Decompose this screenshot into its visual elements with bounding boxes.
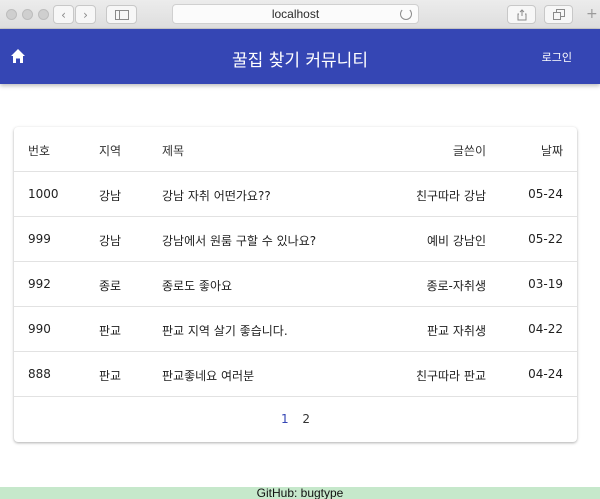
row-author: 예비 강남인 bbox=[426, 234, 486, 248]
back-button[interactable]: ‹ bbox=[53, 5, 74, 24]
page-link-1[interactable]: 1 bbox=[281, 412, 289, 426]
row-num: 992 bbox=[28, 277, 51, 291]
table-row[interactable]: 888 판교 판교좋네요 여러분 친구따라 판교 04-24 bbox=[14, 352, 577, 397]
sidebar-icon bbox=[114, 9, 129, 20]
column-header-title: 제목 bbox=[162, 144, 185, 158]
row-area: 판교 bbox=[99, 324, 122, 338]
forward-button[interactable]: › bbox=[75, 5, 96, 24]
page-link-2[interactable]: 2 bbox=[302, 412, 310, 426]
url-text: localhost bbox=[271, 7, 320, 21]
chevron-right-icon: › bbox=[83, 7, 88, 22]
row-area: 판교 bbox=[99, 369, 122, 383]
chevron-left-icon: ‹ bbox=[61, 7, 66, 22]
row-title-link[interactable]: 종로도 좋아요 bbox=[162, 277, 232, 294]
column-header-date: 날짜 bbox=[540, 144, 563, 158]
sidebar-button[interactable] bbox=[106, 5, 137, 24]
row-date: 03-19 bbox=[528, 277, 563, 291]
page-title: 꿀집 찾기 커뮤니티 bbox=[232, 51, 368, 71]
new-tab-button[interactable]: + bbox=[586, 6, 600, 24]
address-bar[interactable]: localhost bbox=[172, 4, 419, 24]
row-date: 04-22 bbox=[528, 322, 563, 336]
column-header-area: 지역 bbox=[99, 144, 122, 158]
row-num: 888 bbox=[28, 367, 51, 381]
row-author: 종로-자취생 bbox=[426, 279, 486, 293]
row-area: 강남 bbox=[99, 189, 122, 203]
table-row[interactable]: 1000 강남 강남 자취 어떤가요?? 친구따라 강남 05-24 bbox=[14, 172, 577, 217]
row-date: 05-24 bbox=[528, 187, 563, 201]
table-row[interactable]: 999 강남 강남에서 원룸 구할 수 있나요? 예비 강남인 05-22 bbox=[14, 217, 577, 262]
row-num: 999 bbox=[28, 232, 51, 246]
zoom-window-button[interactable] bbox=[38, 9, 49, 20]
pagination: 1 2 bbox=[14, 412, 577, 426]
login-button[interactable]: 로그인 bbox=[542, 49, 572, 65]
row-author: 판교 자취생 bbox=[426, 324, 486, 338]
table-row[interactable]: 990 판교 판교 지역 살기 좋습니다. 판교 자취생 04-22 bbox=[14, 307, 577, 352]
tabs-overview-button[interactable] bbox=[544, 5, 573, 24]
share-icon bbox=[517, 8, 526, 20]
share-button[interactable] bbox=[507, 5, 536, 24]
row-title-link[interactable]: 강남에서 원룸 구할 수 있나요? bbox=[162, 232, 316, 249]
row-num: 1000 bbox=[28, 187, 59, 201]
column-header-num: 번호 bbox=[28, 144, 51, 158]
row-title-link[interactable]: 강남 자취 어떤가요?? bbox=[162, 187, 271, 204]
browser-toolbar: ‹ › localhost + bbox=[0, 0, 600, 29]
minimize-window-button[interactable] bbox=[22, 9, 33, 20]
row-author: 친구따라 판교 bbox=[415, 369, 486, 383]
board-table: 번호 지역 제목 글쓴이 날짜 1000 강남 강남 자취 어떤가요?? 친구따… bbox=[14, 127, 577, 442]
row-num: 990 bbox=[28, 322, 51, 336]
row-author: 친구따라 강남 bbox=[415, 189, 486, 203]
table-header: 번호 지역 제목 글쓴이 날짜 bbox=[14, 127, 577, 172]
column-header-author: 글쓴이 bbox=[452, 144, 486, 158]
app-header: 꿀집 찾기 커뮤니티 로그인 bbox=[0, 29, 600, 84]
row-date: 04-24 bbox=[528, 367, 563, 381]
row-area: 강남 bbox=[99, 234, 122, 248]
row-date: 05-22 bbox=[528, 232, 563, 246]
row-title-link[interactable]: 판교좋네요 여러분 bbox=[162, 367, 254, 384]
row-area: 종로 bbox=[99, 279, 122, 293]
github-footer[interactable]: GitHub: bugtype bbox=[0, 487, 600, 499]
tabs-icon bbox=[552, 9, 565, 20]
reload-icon[interactable] bbox=[400, 8, 412, 20]
close-window-button[interactable] bbox=[6, 9, 17, 20]
table-row[interactable]: 992 종로 종로도 좋아요 종로-자취생 03-19 bbox=[14, 262, 577, 307]
row-title-link[interactable]: 판교 지역 살기 좋습니다. bbox=[162, 322, 288, 339]
